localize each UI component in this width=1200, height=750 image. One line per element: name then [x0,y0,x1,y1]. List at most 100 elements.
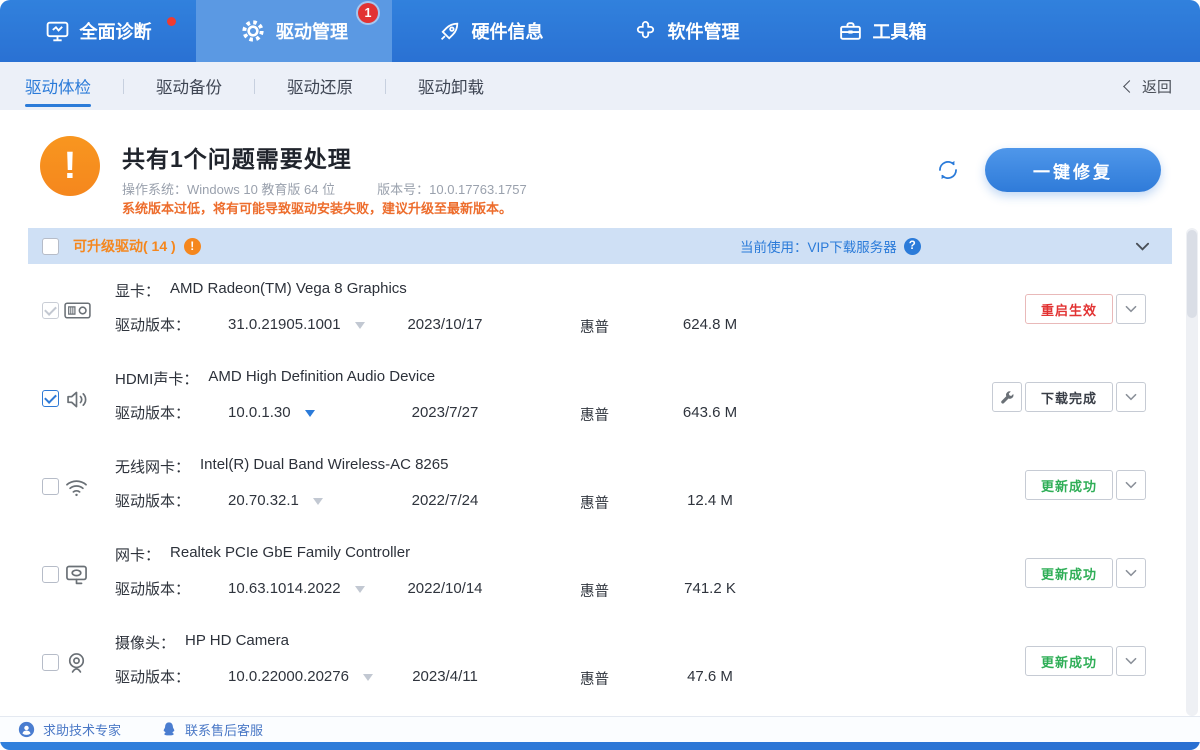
footer-link-help-expert[interactable]: 求助技术专家 [18,720,121,739]
speaker-icon [63,386,90,413]
nav-tab-label: 硬件信息 [472,18,544,44]
one-key-fix-button[interactable]: 一键修复 [985,148,1161,192]
warning-icon [40,136,100,196]
driver-size: 643.6 M [660,404,760,421]
server-value: VIP下载服务器 [808,236,897,256]
group-title: 可升级驱动( 14 ) [73,236,176,256]
driver-vendor: 惠普 [580,404,609,425]
subnav-tab-restore[interactable]: 驱动还原 [287,62,353,110]
version-dropdown-icon[interactable] [355,322,365,334]
alert-icon [184,238,201,255]
driver-date: 2023/10/17 [400,316,490,333]
monitor-icon [45,19,70,44]
version-dropdown-icon[interactable] [363,674,373,686]
device-category: 摄像头： [115,632,175,653]
nav-tab-diagnosis[interactable]: 全面诊断 [0,0,196,62]
version-value: 31.0.21905.1001 [228,316,341,333]
version-dropdown-icon[interactable] [355,586,365,598]
action-dropdown-button[interactable] [1116,558,1146,588]
gear-icon [240,18,266,44]
refresh-icon[interactable] [928,150,968,190]
qq-icon [161,721,177,739]
nav-tab-hardware-info[interactable]: 硬件信息 [392,0,588,62]
os-value: Windows 10 教育版 64 位 [187,182,335,197]
collapse-chevron-icon[interactable] [1135,242,1150,251]
nav-tab-driver-management[interactable]: 驱动管理 1 [196,0,392,62]
select-all-checkbox[interactable] [42,238,59,255]
driver-checkbox[interactable] [42,390,59,407]
wifi-icon [63,474,90,501]
nav-tab-label: 全面诊断 [80,18,152,44]
subnav-separator [123,79,124,94]
subnav-separator [385,79,386,94]
driver-vendor: 惠普 [580,492,609,513]
driver-row: 显卡： AMD Radeon(TM) Vega 8 Graphics 驱动版本：… [0,270,1172,358]
driver-vendor: 惠普 [580,580,609,601]
version-dropdown-icon[interactable] [305,410,315,422]
driver-size: 741.2 K [660,580,760,597]
nav-tab-label: 驱动管理 [276,18,348,44]
driver-checkbox[interactable] [42,566,59,583]
bottom-accent-strip [0,742,1200,750]
footer-bar: 求助技术专家 联系售后客服 [0,716,1200,742]
version-label: 驱动版本： [115,490,228,511]
os-label: 操作系统： [122,182,187,197]
driver-row: 摄像头： HP HD Camera 驱动版本： 10.0.22000.20276… [0,622,1172,710]
action-dropdown-button[interactable] [1116,294,1146,324]
device-category: 网卡： [115,544,160,565]
nav-tab-software-management[interactable]: 软件管理 [588,0,784,62]
nav-tab-label: 软件管理 [668,18,740,44]
driver-checkbox[interactable] [42,654,59,671]
driver-row: 网卡： Realtek PCIe GbE Family Controller 驱… [0,534,1172,622]
footer-link-label: 求助技术专家 [43,720,121,739]
action-button[interactable]: 更新成功 [1025,558,1113,588]
version-value: 10.63.1014.2022 [228,580,341,597]
driver-row: HDMI声卡： AMD High Definition Audio Device… [0,358,1172,446]
scrollbar[interactable] [1186,228,1198,716]
question-icon[interactable] [904,238,921,255]
device-name: AMD High Definition Audio Device [208,368,435,389]
device-category: 无线网卡： [115,456,190,477]
action-dropdown-button[interactable] [1116,470,1146,500]
action-dropdown-button[interactable] [1116,646,1146,676]
toolbox-icon [838,19,863,44]
driver-date: 2023/4/11 [400,668,490,685]
driver-size: 624.8 M [660,316,760,333]
driver-date: 2022/10/14 [400,580,490,597]
driver-checkbox[interactable] [42,478,59,495]
device-category: HDMI声卡： [115,368,198,389]
sub-nav: 驱动体检 驱动备份 驱动还原 驱动卸载 [0,62,1200,110]
subnav-tab-label: 驱动体检 [25,74,91,98]
version-label: 驱动版本： [115,578,228,599]
device-name: AMD Radeon(TM) Vega 8 Graphics [170,280,407,301]
driver-list: 显卡： AMD Radeon(TM) Vega 8 Graphics 驱动版本：… [0,270,1172,710]
footer-link-label: 联系售后客服 [185,720,263,739]
repair-button[interactable] [992,382,1022,412]
notification-dot [167,17,176,26]
action-button[interactable]: 更新成功 [1025,470,1113,500]
driver-checkbox[interactable] [42,302,59,319]
action-button[interactable]: 下载完成 [1025,382,1113,412]
device-name: Intel(R) Dual Band Wireless-AC 8265 [200,456,448,477]
gpu-icon [63,298,92,323]
footer-link-contact-support[interactable]: 联系售后客服 [161,720,263,739]
action-dropdown-button[interactable] [1116,382,1146,412]
subnav-tab-label: 驱动还原 [287,74,353,98]
back-label: 返回 [1142,76,1172,97]
back-button[interactable]: 返回 [1125,62,1172,110]
subnav-tab-checkup[interactable]: 驱动体检 [25,62,91,110]
subnav-tab-uninstall[interactable]: 驱动卸载 [418,62,484,110]
driver-vendor: 惠普 [580,668,609,689]
system-info: 操作系统：Windows 10 教育版 64 位版本号：10.0.17763.1… [122,179,527,198]
driver-row: 无线网卡： Intel(R) Dual Band Wireless-AC 826… [0,446,1172,534]
version-dropdown-icon[interactable] [313,498,323,510]
nav-tab-toolbox[interactable]: 工具箱 [784,0,980,62]
action-button[interactable]: 更新成功 [1025,646,1113,676]
driver-size: 47.6 M [660,668,760,685]
driver-size: 12.4 M [660,492,760,509]
action-button[interactable]: 重启生效 [1025,294,1113,324]
system-warning-text: 系统版本过低，将有可能导致驱动安装失败，建议升级至最新版本。 [122,198,512,217]
subnav-tab-backup[interactable]: 驱动备份 [156,62,222,110]
scrollbar-thumb[interactable] [1187,230,1197,318]
driver-vendor: 惠普 [580,316,609,337]
